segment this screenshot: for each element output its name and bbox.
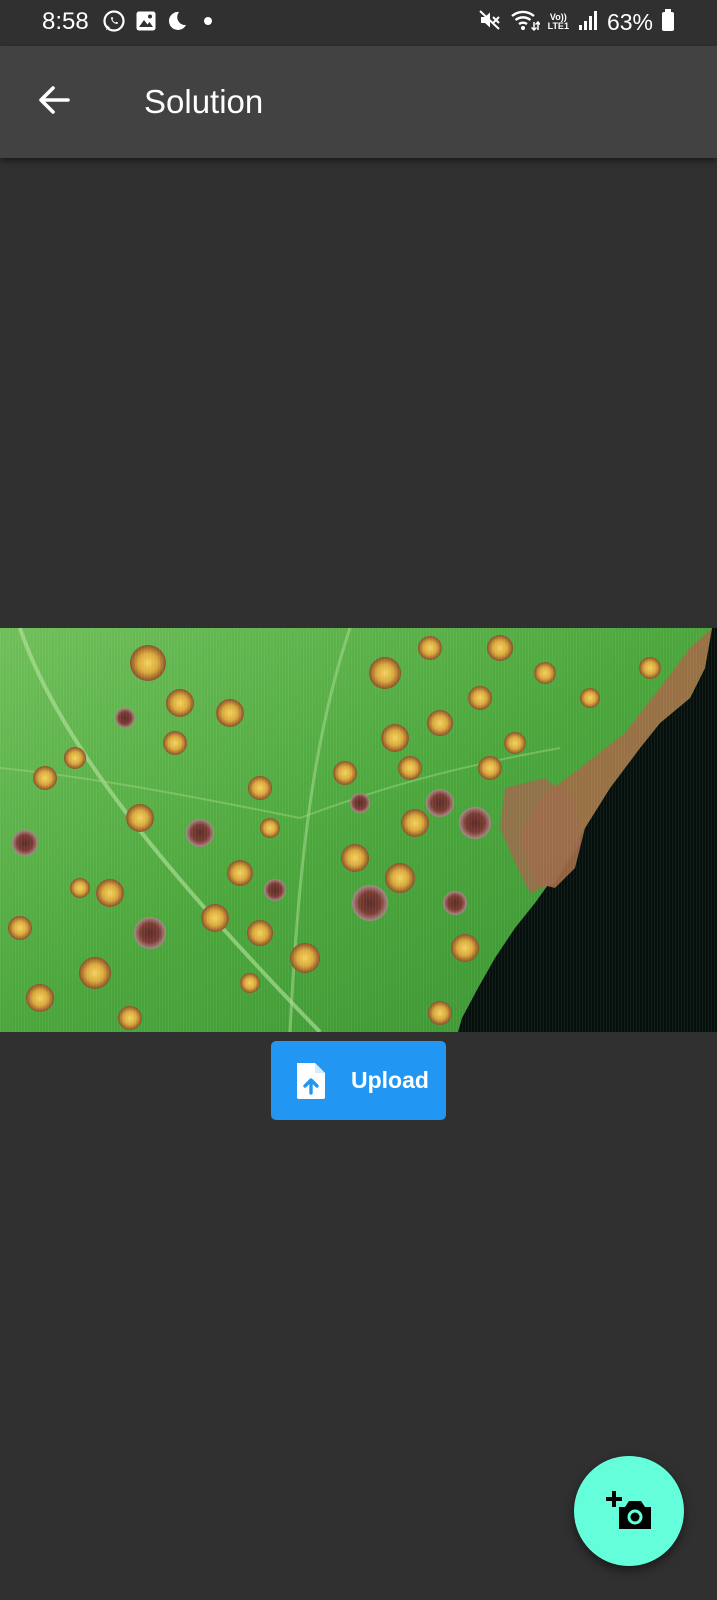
file-upload-icon [293, 1061, 329, 1101]
upload-button[interactable]: Upload [271, 1041, 446, 1120]
signal-icon [577, 9, 599, 36]
whatsapp-icon [102, 9, 126, 38]
battery-percent: 63% [606, 9, 653, 35]
status-notification-icons [102, 9, 219, 38]
add-a-photo-icon [605, 1485, 653, 1538]
status-system-icons: Vo)) LTE1 63% [478, 7, 675, 37]
solution-screen: 8:58 Vo)) LTE1 63% Solution Upload [0, 0, 717, 1600]
add-photo-fab[interactable] [574, 1456, 684, 1566]
arrow-back-icon [36, 82, 72, 123]
back-button[interactable] [24, 72, 84, 132]
battery-icon [661, 8, 675, 37]
app-bar: Solution [0, 46, 717, 158]
network-type-label: Vo)) LTE1 [548, 13, 569, 31]
mute-icon [478, 8, 502, 37]
lte-label: LTE1 [547, 21, 569, 31]
leaf-disease-image [0, 628, 717, 1032]
moon-icon [166, 10, 188, 37]
page-title: Solution [144, 83, 264, 120]
status-bar: 8:58 Vo)) LTE1 63% [0, 0, 717, 46]
wifi-icon [510, 8, 541, 37]
gallery-icon [135, 10, 157, 37]
dot-icon [197, 10, 219, 37]
status-time: 8:58 [42, 8, 89, 35]
upload-label: Upload [351, 1067, 429, 1093]
